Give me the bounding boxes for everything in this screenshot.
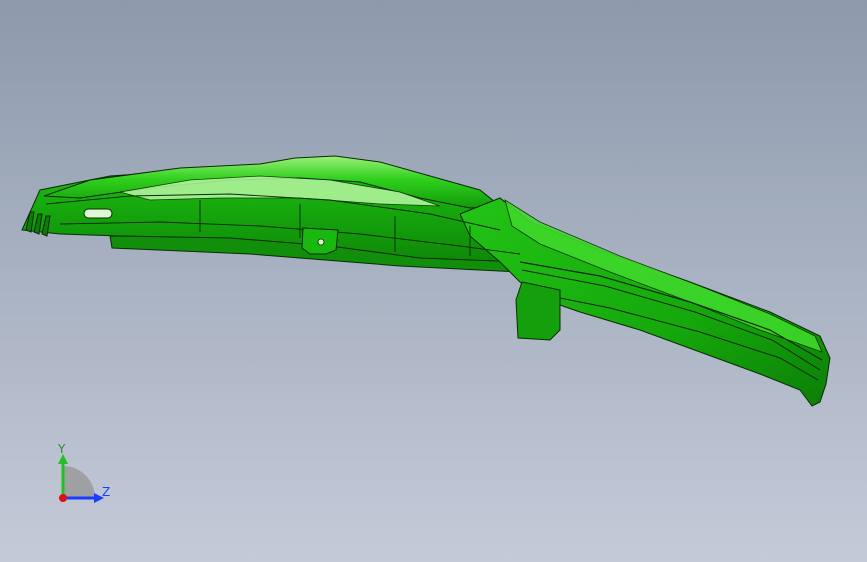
graphics-viewport[interactable]: Y Z bbox=[0, 0, 867, 562]
triad-plane bbox=[63, 466, 95, 498]
coordinate-triad: Y Z bbox=[48, 440, 118, 510]
clip-hole bbox=[317, 238, 325, 246]
x-axis-dot bbox=[59, 494, 67, 502]
z-axis-label: Z bbox=[102, 485, 111, 499]
forward-arm bbox=[459, 197, 831, 407]
y-axis-label: Y bbox=[58, 442, 66, 456]
3d-part-model[interactable] bbox=[0, 0, 867, 562]
slot bbox=[83, 208, 113, 219]
end-louvers bbox=[25, 211, 51, 237]
hanging-bracket bbox=[515, 281, 561, 341]
